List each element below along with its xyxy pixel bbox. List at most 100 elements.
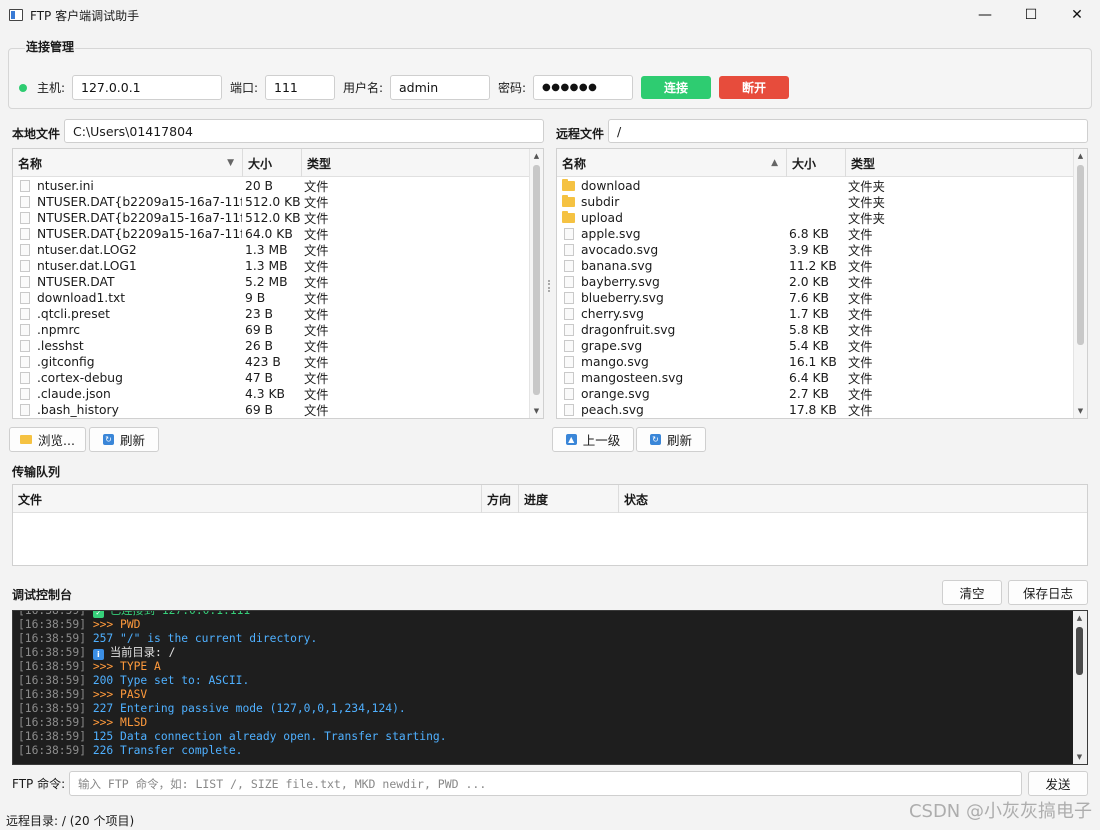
local-col-type[interactable]: 类型	[302, 149, 530, 177]
transfer-queue-table[interactable]: 文件 方向 进度 状态	[12, 484, 1088, 566]
file-row[interactable]: .qtcli.preset 23 B 文件	[13, 306, 501, 322]
scroll-thumb[interactable]	[533, 165, 540, 395]
console-text: 125 Data connection already open. Transf…	[92, 730, 447, 743]
file-row[interactable]: NTUSER.DAT 5.2 MB 文件	[13, 274, 501, 290]
remote-scrollbar[interactable]: ▲ ▼	[1073, 149, 1087, 418]
connect-button[interactable]: 连接	[641, 76, 711, 99]
file-row[interactable]: NTUSER.DAT{b2209a15-16a7-11f... 512.0 KB 文…	[13, 210, 501, 226]
scroll-down-icon[interactable]: ▼	[1073, 750, 1086, 764]
host-input[interactable]: 127.0.0.1	[72, 75, 222, 100]
file-row[interactable]: .claude.json 4.3 KB 文件	[13, 386, 501, 402]
console-line: [16:38:59] >>> MLSD	[18, 716, 447, 730]
file-row[interactable]: .lesshst 26 B 文件	[13, 338, 501, 354]
file-name-cell: .bash_history	[13, 403, 242, 417]
up-directory-button[interactable]: ▲ 上一级	[552, 427, 634, 452]
file-size: 512.0 KB	[245, 195, 301, 209]
file-row[interactable]: ntuser.dat.LOG2 1.3 MB 文件	[13, 242, 501, 258]
remote-col-size[interactable]: 大小	[787, 149, 846, 177]
save-log-button[interactable]: 保存日志	[1008, 580, 1088, 605]
file-row[interactable]: apple.svg 6.8 KB 文件	[557, 226, 1045, 242]
file-name: NTUSER.DAT	[37, 275, 115, 289]
maximize-button[interactable]: ☐	[1008, 0, 1054, 30]
file-row[interactable]: ntuser.ini 20 B 文件	[13, 178, 501, 194]
file-row[interactable]: mangosteen.svg 6.4 KB 文件	[557, 370, 1045, 386]
scroll-down-icon[interactable]: ▼	[530, 404, 543, 418]
clear-console-button[interactable]: 清空	[942, 580, 1002, 605]
file-name-cell: download1.txt	[13, 291, 242, 305]
pane-splitter[interactable]	[548, 280, 551, 292]
debug-console[interactable]: [16:38:59] ✓ 已连接到 127.0.0.1:111 [16:38:59]…	[12, 610, 1088, 765]
file-row[interactable]: orange.svg 2.7 KB 文件	[557, 386, 1045, 402]
remote-refresh-button[interactable]: ↻ 刷新	[636, 427, 706, 452]
local-refresh-button[interactable]: ↻ 刷新	[89, 427, 159, 452]
password-input[interactable]: ●●●●●●	[533, 75, 633, 100]
file-row[interactable]: mango.svg 16.1 KB 文件	[557, 354, 1045, 370]
minimize-button[interactable]: —	[962, 0, 1008, 30]
file-row[interactable]: subdir 文件夹	[557, 194, 1045, 210]
local-scrollbar[interactable]: ▲ ▼	[529, 149, 543, 418]
file-row[interactable]: dragonfruit.svg 5.8 KB 文件	[557, 322, 1045, 338]
file-size: 16.1 KB	[789, 355, 837, 369]
file-row[interactable]: .bash_history 69 B 文件	[13, 402, 501, 418]
file-name-cell: cherry.svg	[557, 307, 786, 321]
file-size: 5.8 KB	[789, 323, 829, 337]
file-icon	[20, 356, 30, 368]
console-timestamp: [16:38:59]	[18, 646, 87, 659]
console-scrollbar[interactable]: ▲ ▼	[1073, 611, 1087, 764]
sort-desc-icon: ▼	[227, 158, 234, 168]
file-row[interactable]: ntuser.dat.LOG1 1.3 MB 文件	[13, 258, 501, 274]
scroll-thumb[interactable]	[1077, 165, 1084, 345]
local-path-input[interactable]: C:\Users\01417804	[64, 119, 544, 143]
file-row[interactable]: .gitconfig 423 B 文件	[13, 354, 501, 370]
file-row[interactable]: cherry.svg 1.7 KB 文件	[557, 306, 1045, 322]
file-icon	[20, 180, 30, 192]
file-row[interactable]: upload 文件夹	[557, 210, 1045, 226]
file-name: apple.svg	[581, 227, 641, 241]
remote-col-type[interactable]: 类型	[846, 149, 1074, 177]
queue-col-progress[interactable]: 进度	[519, 485, 619, 513]
file-row[interactable]: grape.svg 5.4 KB 文件	[557, 338, 1045, 354]
file-row[interactable]: .npmrc 69 B 文件	[13, 322, 501, 338]
send-button[interactable]: 发送	[1028, 771, 1088, 796]
file-type: 文件	[848, 404, 873, 418]
file-name: mangosteen.svg	[581, 371, 684, 385]
file-name: .bash_history	[37, 403, 119, 417]
scroll-up-icon[interactable]: ▲	[1074, 149, 1087, 163]
browse-button[interactable]: 浏览...	[9, 427, 86, 452]
scroll-down-icon[interactable]: ▼	[1074, 404, 1087, 418]
file-row[interactable]: .cortex-debug 47 B 文件	[13, 370, 501, 386]
remote-col-name[interactable]: 名称 ▲	[557, 149, 787, 177]
file-icon	[564, 244, 574, 256]
scroll-thumb[interactable]	[1076, 627, 1083, 675]
file-row[interactable]: banana.svg 11.2 KB 文件	[557, 258, 1045, 274]
ftp-command-input[interactable]: 输入 FTP 命令，如: LIST /, SIZE file.txt, MKD …	[69, 771, 1022, 796]
port-input[interactable]: 111	[265, 75, 335, 100]
file-icon	[20, 372, 30, 384]
file-icon	[20, 404, 30, 416]
queue-col-direction[interactable]: 方向	[482, 485, 519, 513]
file-row[interactable]: peach.svg 17.8 KB 文件	[557, 402, 1045, 418]
file-name: ntuser.dat.LOG2	[37, 243, 137, 257]
remote-file-list[interactable]: 名称 ▲ 大小 类型 download 文件夹 subdir 文件夹 upload 文件夹 a…	[556, 148, 1088, 419]
file-row[interactable]: download1.txt 9 B 文件	[13, 290, 501, 306]
file-row[interactable]: NTUSER.DAT{b2209a15-16a7-11f... 512.0 KB 文…	[13, 194, 501, 210]
remote-path-input[interactable]: /	[608, 119, 1088, 143]
file-row[interactable]: NTUSER.DAT{b2209a15-16a7-11f... 64.0 KB 文件	[13, 226, 501, 242]
queue-col-file[interactable]: 文件	[13, 485, 482, 513]
file-row[interactable]: blueberry.svg 7.6 KB 文件	[557, 290, 1045, 306]
file-row[interactable]: download 文件夹	[557, 178, 1045, 194]
file-row[interactable]: bayberry.svg 2.0 KB 文件	[557, 274, 1045, 290]
file-name-cell: bayberry.svg	[557, 275, 786, 289]
local-col-name[interactable]: 名称 ▼	[13, 149, 243, 177]
disconnect-button[interactable]: 断开	[719, 76, 789, 99]
close-button[interactable]: ✕	[1054, 0, 1100, 30]
queue-col-status[interactable]: 状态	[619, 485, 1087, 513]
console-timestamp: [16:38:59]	[18, 674, 87, 687]
file-size: 6.8 KB	[789, 227, 829, 241]
scroll-up-icon[interactable]: ▲	[1073, 611, 1086, 625]
local-col-size[interactable]: 大小	[243, 149, 302, 177]
scroll-up-icon[interactable]: ▲	[530, 149, 543, 163]
local-file-list[interactable]: 名称 ▼ 大小 类型 ntuser.ini 20 B 文件 NTUSER.DAT{b22…	[12, 148, 544, 419]
file-row[interactable]: avocado.svg 3.9 KB 文件	[557, 242, 1045, 258]
username-input[interactable]: admin	[390, 75, 490, 100]
